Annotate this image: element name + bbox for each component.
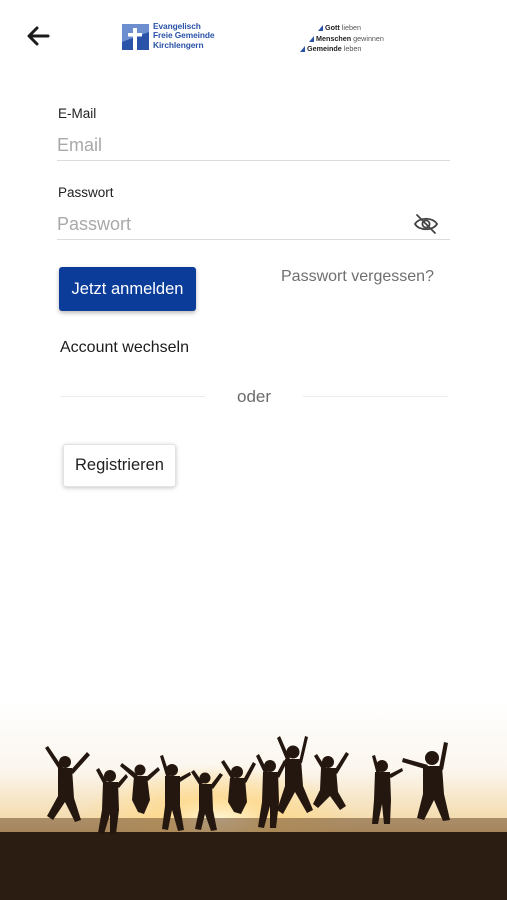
- tagline-bold-1: Gott: [325, 23, 340, 32]
- tagline-row-1: Gott lieben: [300, 23, 384, 34]
- divider-left: [60, 396, 205, 397]
- triangle-icon: [318, 25, 323, 32]
- tagline-rest-3: leben: [343, 44, 362, 54]
- eye-off-icon[interactable]: [413, 212, 439, 236]
- divider-text: oder: [236, 387, 272, 406]
- register-button[interactable]: Registrieren: [63, 444, 176, 487]
- church-logo: Evangelisch Freie Gemeinde Kirchlengern: [122, 21, 215, 52]
- logo-line-3: Kirchlengern: [153, 39, 204, 50]
- switch-account-link[interactable]: Account wechseln: [60, 339, 189, 357]
- tagline-row-2: Menschen gewinnen: [300, 34, 384, 45]
- app-header: Evangelisch Freie Gemeinde Kirchlengern …: [0, 0, 507, 70]
- jumping-people-sunset-image: [0, 700, 507, 900]
- login-button[interactable]: Jetzt anmelden: [59, 267, 196, 311]
- password-field[interactable]: [57, 209, 407, 240]
- tagline-bold-2: Menschen: [316, 33, 352, 43]
- divider-right: [303, 396, 448, 397]
- email-field[interactable]: [57, 130, 450, 161]
- tagline-rest-2: gewinnen: [353, 33, 384, 43]
- triangle-icon: [300, 46, 305, 53]
- tagline-rest-1: lieben: [341, 23, 361, 32]
- email-label: E-Mail: [58, 106, 97, 121]
- arrow-left-icon[interactable]: [22, 20, 54, 52]
- church-tagline: Gott lieben Menschen gewinnen Gemeinde l…: [300, 23, 384, 55]
- tagline-row-3: Gemeinde leben: [300, 44, 384, 55]
- triangle-icon: [309, 35, 314, 42]
- church-logo-text: Evangelisch Freie Gemeinde Kirchlengern: [153, 21, 215, 50]
- forgot-password-link[interactable]: Passwort vergessen?: [281, 268, 434, 286]
- tagline-bold-3: Gemeinde: [307, 44, 342, 54]
- church-logo-mark-icon: [122, 24, 149, 50]
- password-label: Passwort: [58, 185, 114, 200]
